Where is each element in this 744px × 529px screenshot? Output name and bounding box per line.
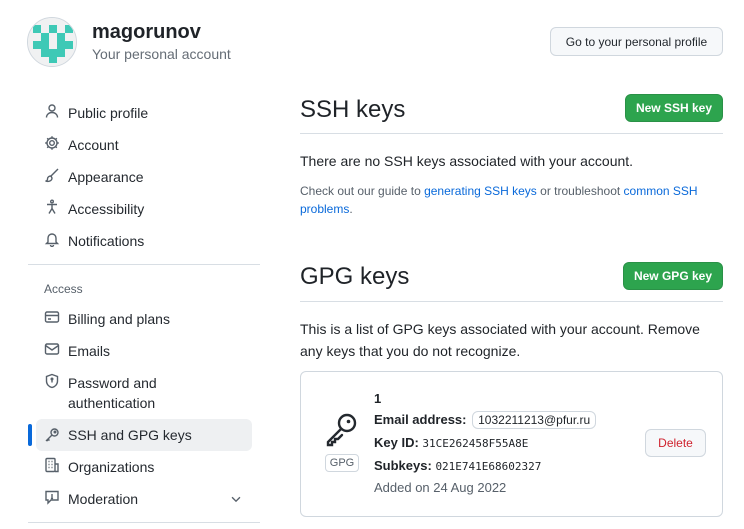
email-label: Email address: (374, 412, 467, 427)
key-icon (44, 427, 60, 443)
sidebar-divider (28, 264, 260, 265)
sidebar-item-emails[interactable]: Emails (36, 341, 252, 361)
accessibility-icon (44, 199, 60, 215)
sidebar-item-label: Billing and plans (68, 311, 170, 327)
sidebar-item-billing[interactable]: Billing and plans (36, 309, 252, 329)
sidebar-item-moderation[interactable]: Moderation (36, 489, 252, 509)
sidebar-item-label: Moderation (68, 491, 139, 507)
sidebar-item-ssh-gpg-keys[interactable]: SSH and GPG keys (36, 419, 252, 451)
key-icon (324, 411, 360, 447)
sidebar-item-label: Emails (68, 343, 111, 359)
account-subtitle: Your personal account (92, 46, 231, 62)
person-icon (44, 103, 60, 119)
report-icon (44, 489, 60, 505)
key-id-label: Key ID: (374, 435, 419, 450)
ssh-help-middle: or troubleshoot (536, 184, 624, 198)
sidebar-item-password-authentication[interactable]: Password and authentication (36, 373, 186, 413)
gpg-badge: GPG (325, 454, 359, 472)
sidebar-item-public-profile[interactable]: Public profile (36, 103, 252, 123)
sidebar-item-label: Public profile (68, 105, 149, 121)
shield-lock-icon (44, 373, 60, 389)
gpg-subkeys-row: Subkeys: 021E741E68602327 (374, 458, 541, 473)
sidebar-divider (28, 522, 260, 523)
subkeys-label: Subkeys: (374, 458, 432, 473)
chevron-down-icon[interactable] (229, 492, 243, 506)
delete-gpg-key-button[interactable]: Delete (645, 429, 706, 457)
section-divider (300, 301, 723, 302)
gear-icon (44, 135, 60, 151)
gpg-description: This is a list of GPG keys associated wi… (300, 321, 700, 359)
gpg-added-date: Added on 24 Aug 2022 (374, 480, 507, 495)
ssh-keys-title: SSH keys (300, 96, 406, 123)
section-divider (300, 133, 723, 134)
sidebar-item-account[interactable]: Account (36, 135, 252, 155)
account-username: magorunov (92, 21, 201, 43)
sidebar-item-label: Appearance (68, 169, 144, 185)
subkeys-value: 021E741E68602327 (435, 460, 542, 473)
avatar[interactable] (27, 17, 77, 67)
sidebar-item-label: SSH and GPG keys (68, 427, 192, 443)
mail-icon (44, 341, 60, 357)
sidebar-item-accessibility[interactable]: Accessibility (36, 199, 252, 219)
gpg-key-name: 1 (374, 391, 382, 406)
active-indicator (28, 424, 32, 446)
sidebar-item-label: Accessibility (68, 201, 145, 217)
gpg-email-row: Email address: 1032211213@pfur.ru (374, 411, 597, 429)
key-id-value: 31CE262458F55A8E (422, 437, 529, 450)
sidebar-item-label: Organizations (68, 459, 155, 475)
sidebar-item-organizations[interactable]: Organizations (36, 457, 252, 477)
gpg-keys-title: GPG keys (300, 263, 410, 290)
ssh-help-suffix: . (349, 202, 353, 216)
sidebar-item-notifications[interactable]: Notifications (36, 231, 252, 251)
organization-icon (44, 457, 60, 473)
ssh-help-prefix: Check out our guide to (300, 184, 425, 198)
credit-card-icon (44, 309, 60, 325)
ssh-help-text: Check out our guide to generating SSH ke… (300, 182, 720, 218)
new-gpg-key-button[interactable]: New GPG key (623, 262, 723, 290)
new-ssh-key-button[interactable]: New SSH key (625, 94, 723, 122)
sidebar-item-label: Account (68, 137, 119, 153)
generating-ssh-keys-link[interactable]: generating SSH keys (424, 184, 537, 198)
sidebar-item-label: Password and authentication (68, 375, 157, 411)
email-pill: 1032211213@pfur.ru (472, 411, 597, 429)
sidebar-heading-access: Access (44, 282, 83, 296)
go-to-profile-button[interactable]: Go to your personal profile (550, 27, 723, 56)
bell-icon (44, 231, 60, 247)
sidebar-item-label: Notifications (68, 233, 145, 249)
gpg-key-id-row: Key ID: 31CE262458F55A8E (374, 435, 528, 450)
paintbrush-icon (44, 167, 60, 183)
sidebar-item-appearance[interactable]: Appearance (36, 167, 252, 187)
ssh-empty-message: There are no SSH keys associated with yo… (300, 153, 634, 169)
